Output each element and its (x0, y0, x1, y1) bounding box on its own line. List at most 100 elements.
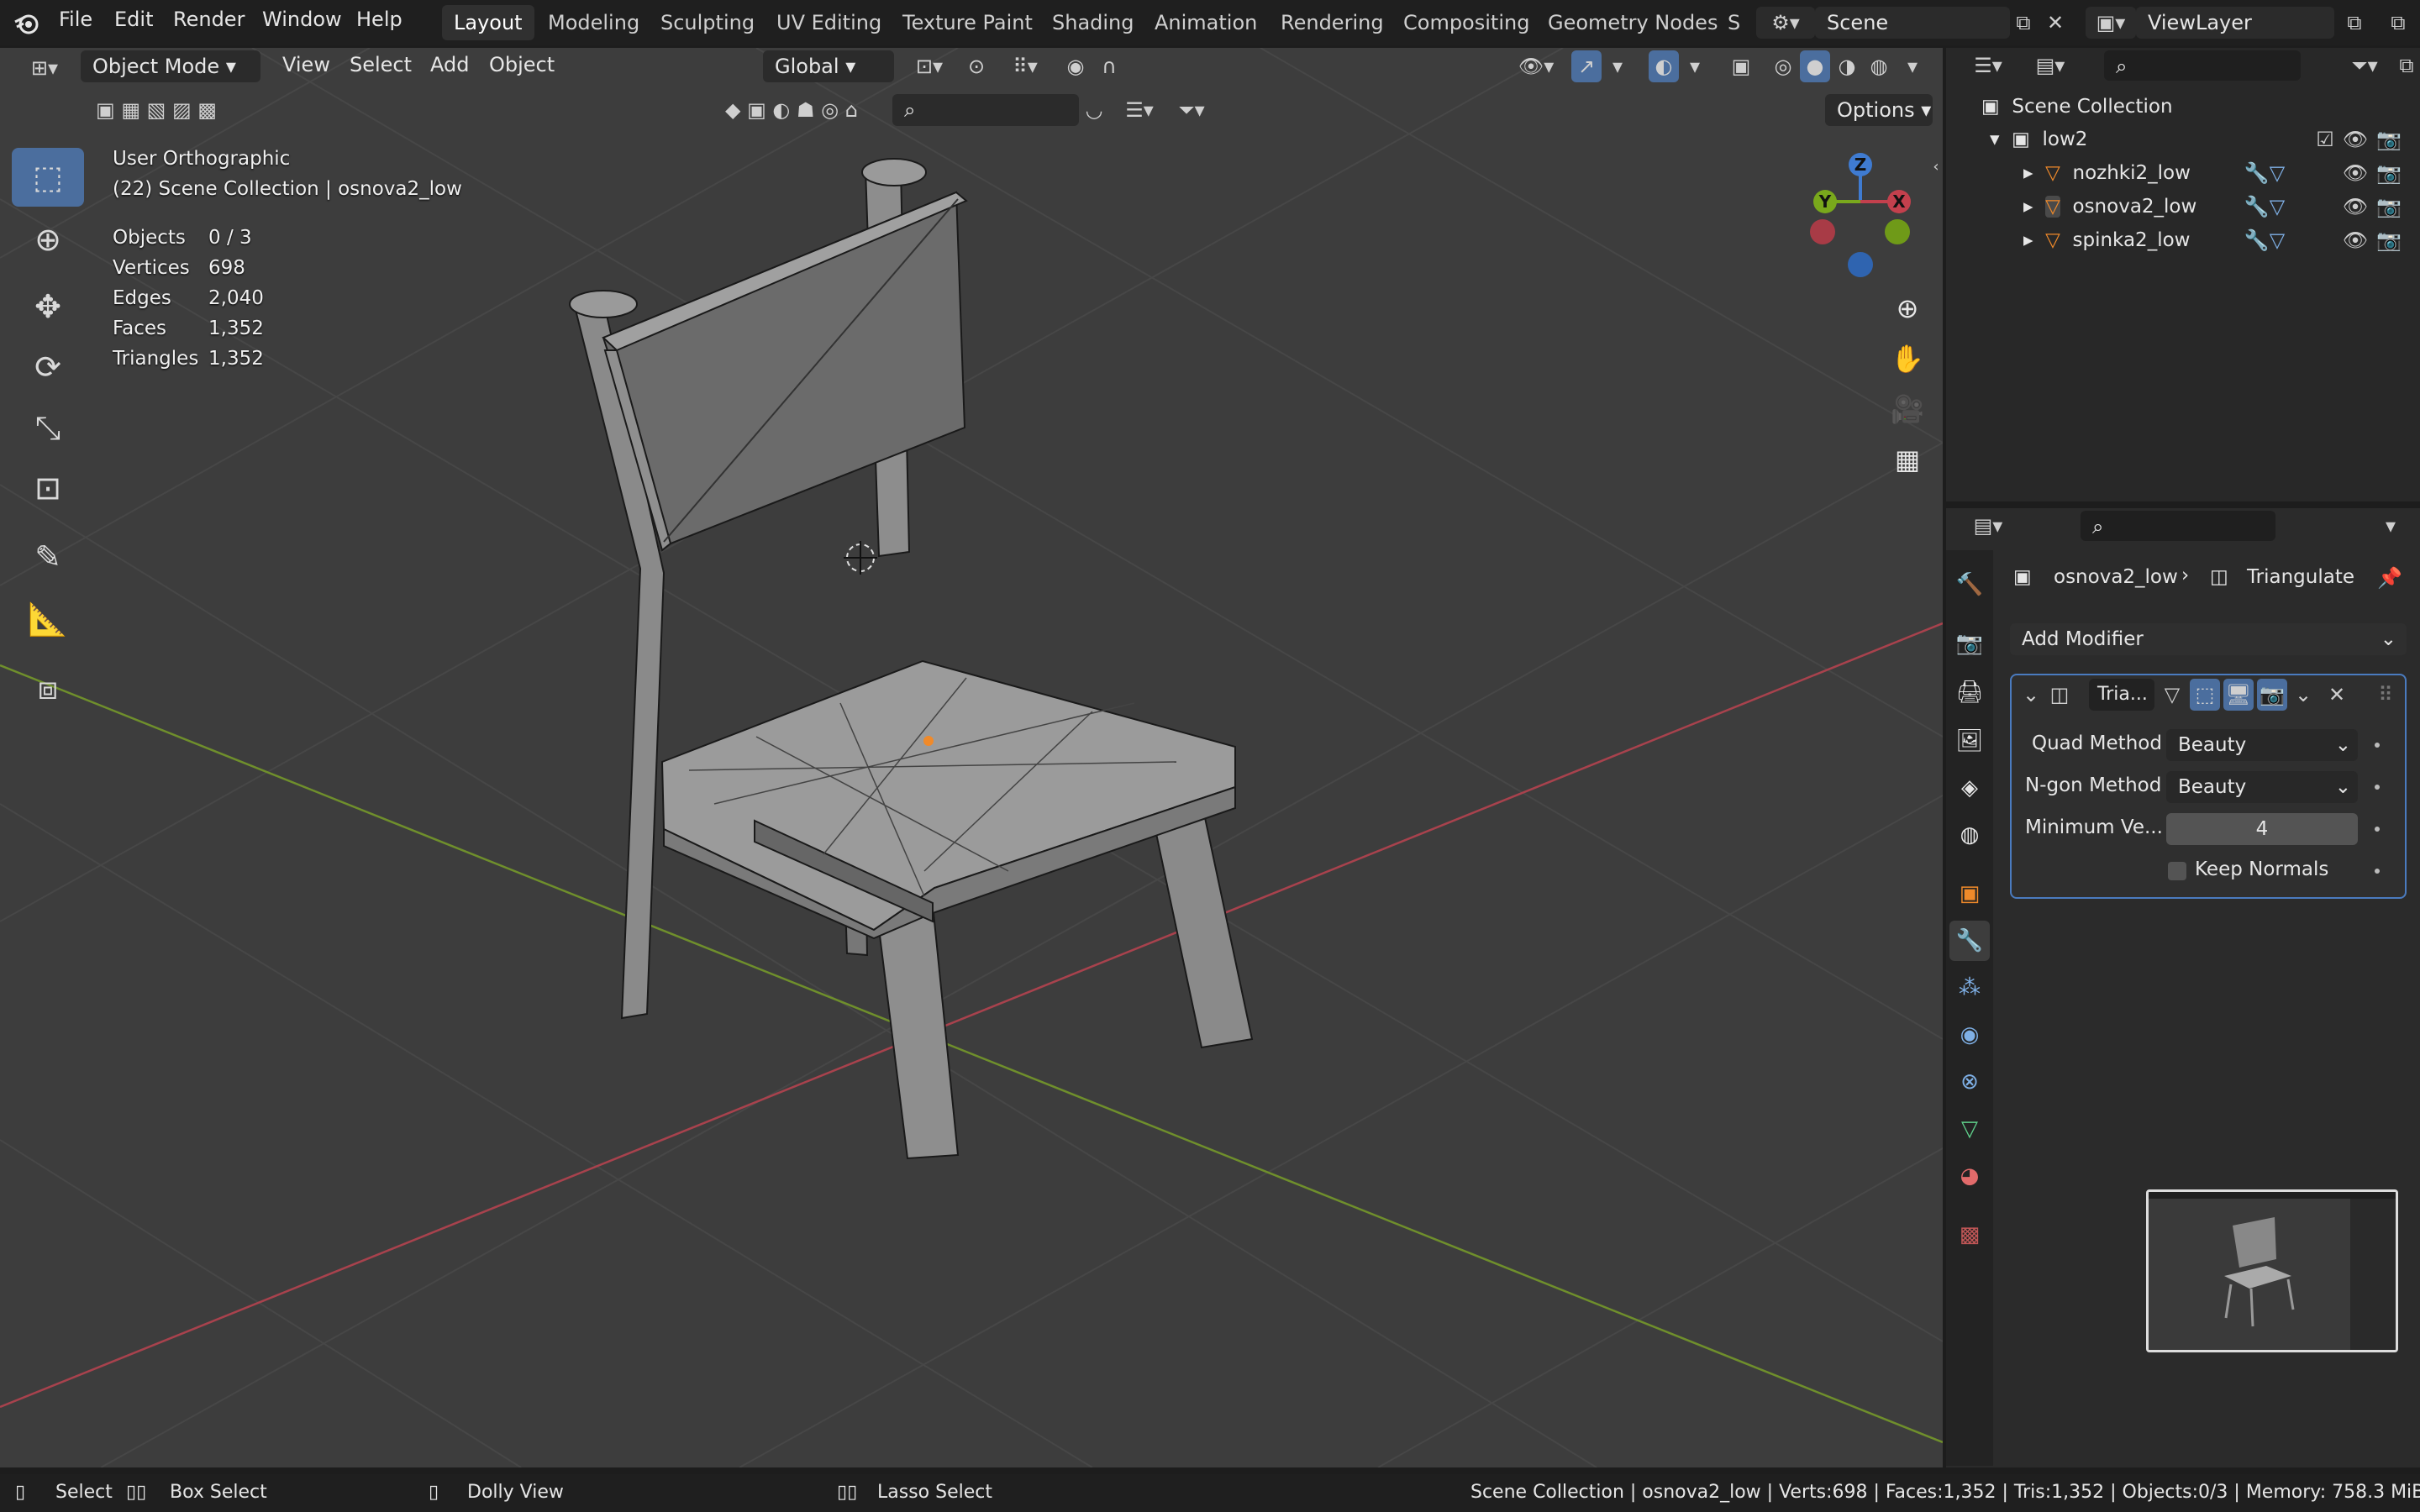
material-tab-icon[interactable]: ◕ (1949, 1156, 1990, 1196)
object-mode-dropdown[interactable]: Object Mode ▾ (81, 50, 260, 82)
tab-geometry-nodes[interactable]: Geometry Nodes (1536, 5, 1729, 40)
texture-tab-icon[interactable]: ▩ (1949, 1215, 1990, 1255)
keep-normals-checkbox[interactable] (2168, 862, 2186, 880)
modifier-menu-icon[interactable]: ⌄ (2289, 679, 2317, 711)
expand-arrow-icon[interactable]: ▸ (2023, 162, 2033, 184)
overlays-menu-icon[interactable]: ▾ (1684, 50, 1706, 82)
scene-name-field[interactable]: Scene (1815, 7, 2010, 39)
tab-rendering[interactable]: Rendering (1269, 5, 1396, 40)
world-tab-icon[interactable]: ◍ (1949, 815, 1990, 855)
snap-target-icon[interactable]: ⠿▾ (1000, 50, 1050, 82)
outliner-row-object[interactable]: ▸ ▽ spinka2_low (2023, 223, 2190, 257)
measure-tool-icon[interactable]: 📐 (12, 590, 84, 648)
menu-file[interactable]: File (59, 8, 92, 31)
tab-layout[interactable]: Layout (442, 5, 534, 40)
screenshot-thumbnail[interactable] (2146, 1189, 2398, 1352)
filter-icon[interactable]: ⏷▾ (1168, 94, 1215, 126)
outliner-row-scene-collection[interactable]: ▣ Scene Collection (1981, 90, 2173, 123)
outliner-row-object[interactable]: ▸ ▽ nozhki2_low (2023, 156, 2191, 190)
menu-select[interactable]: Select (350, 53, 412, 76)
tab-compositing[interactable]: Compositing (1392, 5, 1541, 40)
outliner-row-collection[interactable]: ▾ ▣ low2 (1990, 123, 2087, 156)
modifier-wrench-icon[interactable]: 🔧▽ (2235, 158, 2294, 188)
falloff-icon[interactable]: ∩ (1092, 50, 1126, 82)
delete-scene-icon[interactable]: ✕ (2040, 7, 2070, 39)
output-tab-icon[interactable]: 🖨 (1949, 672, 1990, 712)
collapse-arrow-icon[interactable]: ▾ (1990, 129, 2000, 150)
render-camera-icon[interactable]: 📷 (2376, 158, 2402, 188)
rotate-tool-icon[interactable]: ⟳ (12, 338, 84, 396)
transform-orientation-dropdown[interactable]: Global ▾ (763, 50, 894, 82)
edit-mode-toggle-icon[interactable]: ▽ (2158, 679, 2186, 711)
expand-arrow-icon[interactable]: ▸ (2023, 229, 2033, 251)
properties-editor-type-icon[interactable]: ▤▾ (1963, 511, 2013, 541)
keyframe-dot-icon[interactable] (2375, 869, 2380, 874)
render-camera-icon[interactable]: 📷 (2376, 124, 2402, 155)
viewport-search-input[interactable]: ⌕ (892, 94, 1079, 126)
modifier-wrench-icon[interactable]: 🔧▽ (2235, 192, 2294, 222)
new-collection-icon[interactable]: ⧉ (2393, 50, 2420, 81)
menu-window[interactable]: Window (262, 8, 342, 31)
viewlayer-name-field[interactable]: ViewLayer (2136, 7, 2334, 39)
visibility-eye-icon[interactable]: 👁 (2343, 124, 2368, 155)
render-camera-icon[interactable]: 📷 (2376, 225, 2402, 255)
solid-shading-icon[interactable]: ● (1800, 50, 1830, 82)
keyframe-dot-icon[interactable] (2375, 785, 2380, 790)
scale-tool-icon[interactable]: ⤡ (12, 398, 84, 457)
tab-animation[interactable]: Animation (1143, 5, 1269, 40)
options-dropdown[interactable]: Options ▾ (1825, 94, 1933, 126)
blender-logo-icon[interactable] (12, 8, 42, 39)
menu-render[interactable]: Render (173, 8, 245, 31)
menu-object[interactable]: Object (489, 53, 555, 76)
3d-cursor-icon[interactable] (844, 541, 877, 575)
sidebar-toggle-icon[interactable]: ‹ (1929, 156, 1943, 176)
cursor-tool-icon[interactable]: ⊕ (12, 210, 84, 269)
particles-tab-icon[interactable]: ⁂ (1949, 968, 1990, 1008)
object-filter-icons[interactable]: ◆ ▣ ◐ ☗ ◎ ⌂ (691, 94, 892, 126)
visibility-eye-icon[interactable]: 👁 (2343, 192, 2368, 222)
visibility-icon[interactable]: 👁▾ (1511, 50, 1561, 82)
annotate-tool-icon[interactable]: ✎ (12, 528, 84, 586)
tab-modeling[interactable]: Modeling (536, 5, 651, 40)
add-modifier-dropdown[interactable]: Add Modifier ⌄ (2010, 623, 2407, 655)
render-toggle-icon[interactable]: 📷 (2257, 679, 2287, 711)
outliner-row-object[interactable]: ▸ ▽ osnova2_low (2023, 190, 2196, 223)
new-scene-icon[interactable]: ⧉ (2008, 7, 2039, 39)
keyframe-dot-icon[interactable] (2375, 827, 2380, 832)
camera-view-icon[interactable]: 🎥 (1886, 388, 1928, 430)
modifier-wrench-icon[interactable]: 🔧▽ (2235, 225, 2294, 255)
remove-modifier-icon[interactable]: ✕ (2323, 679, 2351, 711)
tab-scripting[interactable]: S (1716, 5, 1752, 40)
outliner-filter-icon[interactable]: ⏷▾ (2339, 50, 2390, 81)
editor-type-icon[interactable]: ⊞▾ (17, 52, 72, 84)
list-options-icon[interactable]: ☰▾ (1116, 94, 1163, 126)
pin-icon[interactable]: 📌 (2375, 563, 2405, 593)
move-tool-icon[interactable]: ✥ (12, 277, 84, 336)
properties-options-icon[interactable]: ▾ (2370, 511, 2412, 541)
drag-handle-icon[interactable]: ⠿ (2373, 679, 2398, 711)
proportional-edit-icon[interactable]: ◉ (1060, 50, 1091, 82)
panel-collapse-icon[interactable]: ⌄ (2018, 679, 2044, 711)
tab-texture-paint[interactable]: Texture Paint (891, 5, 1044, 40)
gizmo-toggle-icon[interactable]: ↗ (1571, 50, 1602, 82)
quad-method-dropdown[interactable]: Beauty ⌄ (2166, 729, 2358, 761)
remove-viewlayer-icon[interactable]: ⧉ (2381, 7, 2415, 39)
curve-icon[interactable]: ◡ (1079, 94, 1109, 126)
exclude-checkbox-icon[interactable]: ☑ (2312, 124, 2338, 155)
visibility-eye-icon[interactable]: 👁 (2343, 225, 2368, 255)
wireframe-shading-icon[interactable]: ◎ (1768, 50, 1798, 82)
modifier-tab-icon[interactable]: 🔧 (1949, 921, 1990, 961)
menu-edit[interactable]: Edit (114, 8, 153, 31)
on-cage-toggle-icon[interactable]: ⬚ (2190, 679, 2220, 711)
tool-tab-icon[interactable]: 🔨 (1949, 564, 1990, 605)
gizmo-neg-y-icon[interactable] (1885, 219, 1910, 244)
object-tab-icon[interactable]: ▣ (1949, 874, 1990, 914)
tab-uv-editing[interactable]: UV Editing (765, 5, 893, 40)
gizmo-neg-z-icon[interactable] (1848, 252, 1873, 277)
rendered-shading-icon[interactable]: ◍ (1864, 50, 1894, 82)
3d-viewport[interactable] (0, 48, 1943, 1467)
visibility-eye-icon[interactable]: 👁 (2343, 158, 2368, 188)
scene-tab-icon[interactable]: ◈ (1949, 768, 1990, 808)
outliner-search-input[interactable]: ⌕ (2104, 50, 2301, 81)
ortho-grid-icon[interactable]: ▦ (1886, 438, 1928, 480)
